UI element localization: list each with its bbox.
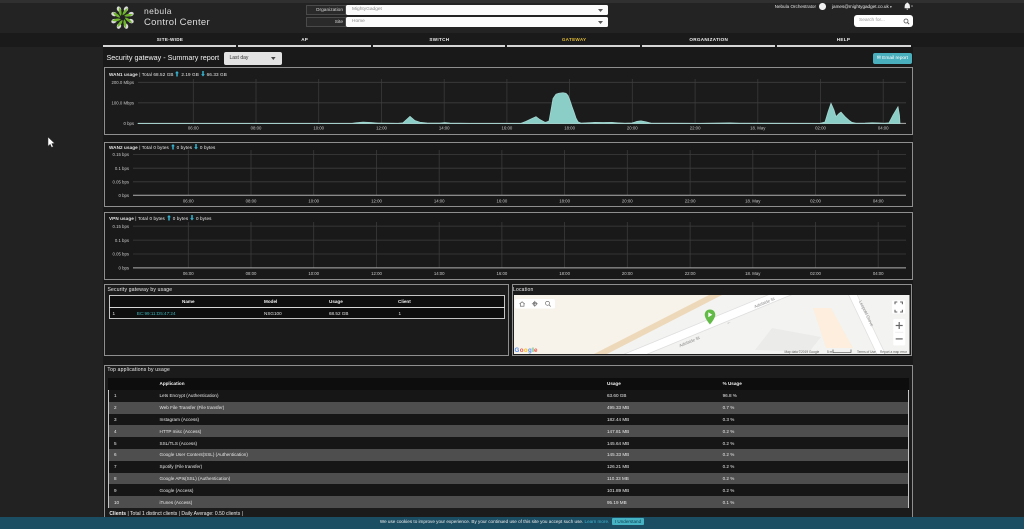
svg-text:200.0 Mbps: 200.0 Mbps [112, 80, 134, 85]
svg-text:10:00: 10:00 [313, 126, 324, 131]
svg-text:16:00: 16:00 [502, 126, 513, 131]
svg-text:G: G [515, 347, 520, 354]
svg-text:12:00: 12:00 [376, 126, 387, 131]
svg-text:0 bps: 0 bps [123, 121, 134, 126]
svg-text:06:00: 06:00 [188, 126, 199, 131]
svg-text:Report a map error: Report a map error [880, 350, 908, 354]
svg-text:5 m: 5 m [827, 350, 833, 354]
svg-text:18:00: 18:00 [564, 126, 575, 131]
svg-text:14:00: 14:00 [439, 126, 450, 131]
svg-text:20:00: 20:00 [627, 126, 638, 131]
svg-text:08:00: 08:00 [251, 126, 262, 131]
svg-text:04:00: 04:00 [878, 126, 889, 131]
svg-text:18. May: 18. May [750, 126, 766, 131]
svg-text:Map data ©2019 Google: Map data ©2019 Google [785, 350, 820, 354]
svg-text:22:00: 22:00 [690, 126, 701, 131]
svg-text:e: e [534, 347, 538, 354]
svg-text:02:00: 02:00 [815, 126, 826, 131]
svg-text:100.0 Mbps: 100.0 Mbps [112, 101, 134, 106]
svg-text:Terms of Use: Terms of Use [857, 350, 876, 354]
